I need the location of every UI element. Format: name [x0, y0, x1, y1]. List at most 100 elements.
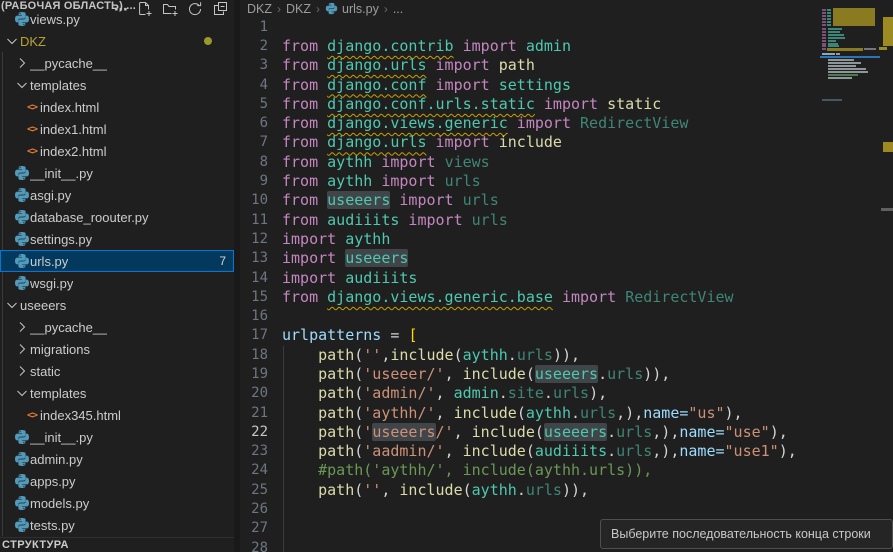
line-number[interactable]: 12 — [240, 231, 268, 247]
code-line[interactable]: 18 path('',include(aythh.urls)), — [240, 345, 893, 364]
breadcrumb-item[interactable]: DKZ — [286, 2, 311, 16]
code-line[interactable]: 15 from django.views.generic.base import … — [240, 287, 893, 306]
line-text[interactable]: from django.views.generic import Redirec… — [282, 114, 688, 132]
line-number[interactable]: 23 — [240, 443, 268, 459]
line-text[interactable]: import audiiits — [282, 269, 417, 287]
tree-item-asgi-py[interactable]: asgi.py — [0, 184, 234, 206]
tree-item-wsgi-py[interactable]: wsgi.py — [0, 272, 234, 294]
line-number[interactable]: 9 — [240, 173, 268, 189]
line-number[interactable]: 21 — [240, 405, 268, 421]
line-text[interactable]: path('aadmin/', include(audiiits.urls,),… — [282, 442, 797, 460]
line-text[interactable]: import useeers — [282, 249, 408, 267]
line-number[interactable]: 19 — [240, 366, 268, 382]
code-line[interactable]: 23 path('aadmin/', include(audiiits.urls… — [240, 442, 893, 461]
code-line[interactable]: 19 path('useeer/', include(useeers.urls)… — [240, 364, 893, 383]
code-line[interactable]: 21 path('aythh/', include(aythh.urls,),n… — [240, 403, 893, 422]
line-number[interactable]: 6 — [240, 115, 268, 131]
line-number[interactable]: 28 — [240, 540, 268, 552]
tree-item-dkz[interactable]: DKZ — [0, 30, 234, 52]
line-number[interactable]: 14 — [240, 270, 268, 286]
line-number[interactable]: 26 — [240, 501, 268, 517]
line-number[interactable]: 20 — [240, 385, 268, 401]
tree-item-index-html[interactable]: <>index.html — [0, 96, 234, 118]
line-number[interactable]: 18 — [240, 347, 268, 363]
line-text[interactable]: from django.conf.urls.static import stat… — [282, 95, 661, 113]
line-number[interactable]: 1 — [240, 19, 268, 35]
outline-section[interactable]: СТРУКТУРА — [0, 537, 234, 552]
line-number[interactable]: 5 — [240, 96, 268, 112]
tree-item-apps-py[interactable]: apps.py — [0, 470, 234, 492]
line-text[interactable]: path('',include(aythh.urls)), — [282, 346, 580, 364]
line-number[interactable]: 8 — [240, 154, 268, 170]
tree-item-useeers[interactable]: useeers — [0, 294, 234, 316]
code-line[interactable]: 3 from django.urls import path — [240, 56, 893, 75]
breadcrumb-item[interactable]: ... — [393, 2, 403, 16]
code-line[interactable]: 2 from django.contrib import admin — [240, 36, 893, 55]
more-actions-icon[interactable]: ⋯ — [114, 2, 128, 17]
line-text[interactable]: import aythh — [282, 230, 390, 248]
code-line[interactable]: 16 — [240, 306, 893, 325]
line-text[interactable]: path('useeers/', include(useeers.urls,),… — [282, 423, 788, 441]
code-line[interactable]: 6 from django.views.generic import Redire… — [240, 113, 893, 132]
line-number[interactable]: 15 — [240, 289, 268, 305]
code-line[interactable]: 26 — [240, 499, 893, 518]
line-number[interactable]: 24 — [240, 462, 268, 478]
code-line[interactable]: 22 path('useeers/', include(useeers.urls… — [240, 422, 893, 441]
line-number[interactable]: 11 — [240, 212, 268, 228]
code-line[interactable]: 1 — [240, 17, 893, 36]
line-text[interactable]: urlpatterns = [ — [282, 326, 417, 344]
line-number[interactable]: 3 — [240, 57, 268, 73]
line-text[interactable]: path('aythh/', include(aythh.urls,),name… — [282, 404, 743, 422]
line-text[interactable]: path('admin/', admin.site.urls), — [282, 384, 607, 402]
tree-item-index1-html[interactable]: <>index1.html — [0, 118, 234, 140]
tree-item-tests-py[interactable]: tests.py — [0, 514, 234, 536]
line-text[interactable]: from aythh import urls — [282, 172, 481, 190]
collapse-all-icon[interactable] — [212, 1, 228, 17]
code-line[interactable]: 20 path('admin/', admin.site.urls), — [240, 384, 893, 403]
tree-item-settings-py[interactable]: settings.py — [0, 228, 234, 250]
line-number[interactable]: 2 — [240, 38, 268, 54]
breadcrumb-item[interactable]: DKZ — [247, 2, 272, 16]
line-number[interactable]: 13 — [240, 250, 268, 266]
code-line[interactable]: 12 import aythh — [240, 229, 893, 248]
line-text[interactable]: from audiiits import urls — [282, 211, 508, 229]
line-number[interactable]: 17 — [240, 327, 268, 343]
line-number[interactable]: 22 — [240, 424, 268, 440]
line-text[interactable]: from aythh import views — [282, 153, 490, 171]
tree-item-migrations[interactable]: migrations — [0, 338, 234, 360]
code-line[interactable]: 13 import useeers — [240, 249, 893, 268]
tree-item-static[interactable]: static — [0, 360, 234, 382]
code-line[interactable]: 7 from django.urls import include — [240, 133, 893, 152]
line-text[interactable]: from django.urls import include — [282, 133, 562, 151]
line-text[interactable]: from django.views.generic.base import Re… — [282, 288, 734, 306]
line-text[interactable]: path('useeer/', include(useeers.urls)), — [282, 365, 670, 383]
tree-item-admin-py[interactable]: admin.py — [0, 448, 234, 470]
line-number[interactable]: 4 — [240, 77, 268, 93]
code-line[interactable]: 24 #path('aythh/', include(aythh.urls)), — [240, 461, 893, 480]
refresh-icon[interactable] — [187, 1, 203, 17]
line-number[interactable]: 25 — [240, 482, 268, 498]
line-text[interactable]: from useeers import urls — [282, 191, 499, 209]
code-line[interactable]: 9 from aythh import urls — [240, 171, 893, 190]
tree-item-templates[interactable]: templates — [0, 74, 234, 96]
tree-item--pycache-[interactable]: __pycache__ — [0, 316, 234, 338]
tree-item-index2-html[interactable]: <>index2.html — [0, 140, 234, 162]
breadcrumb-item[interactable]: urls.py — [325, 2, 379, 16]
code-line[interactable]: 25 path('', include(aythh.urls)), — [240, 480, 893, 499]
code-line[interactable]: 5 from django.conf.urls.static import sta… — [240, 94, 893, 113]
line-text[interactable]: from django.contrib import admin — [282, 37, 571, 55]
code-area[interactable]: 12from django.contrib import admin3from … — [240, 17, 893, 552]
line-text[interactable]: path('', include(aythh.urls)), — [282, 481, 589, 499]
tree-item--pycache-[interactable]: __pycache__ — [0, 52, 234, 74]
tree-item-urls-py[interactable]: urls.py7 — [0, 250, 234, 272]
code-line[interactable]: 10 from useeers import urls — [240, 191, 893, 210]
line-text[interactable]: #path('aythh/', include(aythh.urls)), — [282, 461, 652, 479]
line-text[interactable]: from django.conf import settings — [282, 76, 571, 94]
tree-item-database-roouter-py[interactable]: database_roouter.py — [0, 206, 234, 228]
line-number[interactable]: 16 — [240, 308, 268, 324]
line-text[interactable]: from django.urls import path — [282, 56, 535, 74]
code-line[interactable]: 11 from audiiits import urls — [240, 210, 893, 229]
line-number[interactable]: 7 — [240, 134, 268, 150]
tree-item-models-py[interactable]: models.py — [0, 492, 234, 514]
line-number[interactable]: 10 — [240, 192, 268, 208]
